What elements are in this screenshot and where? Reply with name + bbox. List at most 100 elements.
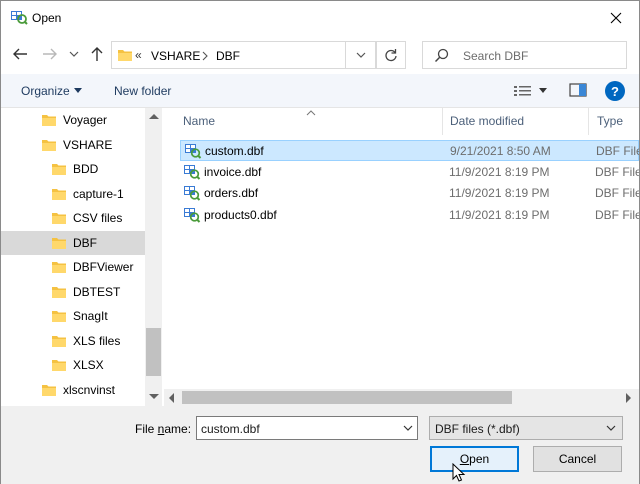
search-box[interactable]: Search DBF [422,41,627,69]
tree-item-label: CSV files [73,211,123,225]
tree-item[interactable]: DBFViewer [1,255,145,279]
scrollbar-thumb[interactable] [146,328,161,376]
scroll-down-icon[interactable] [149,394,159,399]
folder-icon [42,139,56,151]
organize-menu[interactable]: Organize [21,84,82,98]
column-header-type[interactable]: Type [597,114,623,128]
folder-icon [52,164,66,175]
forward-button[interactable] [39,43,61,65]
scrollbar-thumb[interactable] [182,391,512,404]
help-icon: ? [611,83,619,99]
tree-item-label: DBF [73,235,97,250]
close-button[interactable] [603,5,629,31]
chevron-down-icon [606,425,616,431]
scroll-left-icon[interactable] [169,393,174,403]
app-icon [11,11,28,25]
title-bar: Open [1,1,639,34]
file-type: DBF File [595,186,639,200]
column-header-name[interactable]: Name [183,114,215,128]
navigation-bar: « VSHARE DBF Search DBF [1,34,639,74]
address-part-dbf[interactable]: DBF [216,49,240,63]
file-type: DBF File [595,207,639,222]
refresh-button[interactable] [376,41,406,69]
tree-item[interactable]: DBF [1,230,145,255]
file-name-label: File name: [135,422,192,436]
chevron-down-icon [69,51,79,57]
file-type-select[interactable]: DBF files (*.dbf) [429,416,623,440]
tree-item[interactable]: XLS files [1,329,145,353]
folder-icon [52,286,66,298]
file-type-value: DBF files (*.dbf) [435,422,520,436]
navigation-pane: Voyager VSHARE BDD capture-1 CSV files DBF DBF… [1,108,163,406]
new-folder-button[interactable]: New folder [114,84,171,98]
command-bar: Organize New folder ? [1,74,639,108]
address-overflow[interactable]: « [135,48,142,62]
tree-item-label: XLSX [73,358,104,372]
tree-item[interactable]: DBTEST [1,280,145,304]
preview-pane-icon [569,83,587,97]
recent-locations-button[interactable] [63,43,85,65]
refresh-icon [385,49,397,62]
tree-item[interactable]: xlscnvinst [1,378,145,402]
file-type: DBF File [595,164,639,179]
folder-icon [52,311,66,322]
back-button[interactable] [9,43,31,65]
file-date: 11/9/2021 8:19 PM [449,207,550,222]
tree-item[interactable]: XLSX [1,353,145,377]
folder-icon [52,262,66,273]
column-divider[interactable] [588,108,589,135]
file-date: 9/21/2021 8:50 AM [450,144,551,158]
help-button[interactable]: ? [605,81,625,101]
tree-item-label: BDD [73,162,99,176]
window-title: Open [32,11,62,25]
file-name: products0.dbf [204,207,277,222]
tree-item-label: Voyager [63,113,108,127]
file-name-value[interactable]: custom.dbf [201,422,260,436]
file-row[interactable]: invoice.dbf 11/9/2021 8:19 PM DBF File [180,162,639,183]
tree-item[interactable]: BDD [1,157,145,181]
folder-icon [52,360,66,371]
file-list: Name Date modified Type custom.dbf 9/21/2… [164,108,639,406]
tree-item[interactable]: Voyager [1,108,145,132]
file-list-hscrollbar[interactable] [164,389,639,406]
folder-icon [42,384,56,396]
preview-pane-button[interactable] [569,83,589,99]
open-button[interactable]: Open [430,446,519,472]
file-name: custom.dbf [205,144,264,158]
scroll-up-icon[interactable] [149,114,159,119]
file-row[interactable]: custom.dbf 9/21/2021 8:50 AM DBF File [180,140,639,161]
file-row[interactable]: orders.dbf 11/9/2021 8:19 PM DBF File [180,183,639,204]
scroll-right-icon[interactable] [626,393,631,403]
up-button[interactable] [86,43,108,65]
chevron-down-icon [356,52,365,58]
search-input[interactable]: Search DBF [463,49,528,63]
folder-icon [52,237,66,249]
tree-item[interactable]: VSHARE [1,133,145,157]
address-history-button[interactable] [345,41,376,69]
chevron-right-icon [202,51,208,61]
dbf-file-icon [184,186,201,201]
tree-item[interactable]: capture-1 [1,182,145,206]
column-divider[interactable] [442,108,443,135]
navigation-pane-scrollbar[interactable] [145,108,162,406]
column-header-date[interactable]: Date modified [450,114,524,128]
file-name-input[interactable]: custom.dbf [196,416,418,440]
address-bar[interactable]: « VSHARE DBF [111,41,376,69]
tree-item[interactable]: SnagIt [1,304,145,328]
open-dialog: Open « VSHARE DBF Search DBF Organize Ne… [0,0,640,484]
folder-icon [52,188,66,200]
tree-item[interactable]: CSV files [1,206,145,230]
folder-icon [52,213,66,224]
chevron-down-icon[interactable] [403,424,413,432]
organize-label: Organize [21,84,70,98]
cancel-button[interactable]: Cancel [533,446,622,472]
address-part-vshare[interactable]: VSHARE [151,49,200,63]
tree-item-label: DBFViewer [73,260,134,274]
view-options-button[interactable] [513,83,553,99]
file-row[interactable]: products0.dbf 11/9/2021 8:19 PM DBF File [180,205,639,226]
caret-down-icon [539,88,547,93]
caret-down-icon [73,88,82,93]
dbf-file-icon [184,207,201,223]
arrow-up-icon [91,47,103,61]
arrow-left-icon [13,48,27,60]
